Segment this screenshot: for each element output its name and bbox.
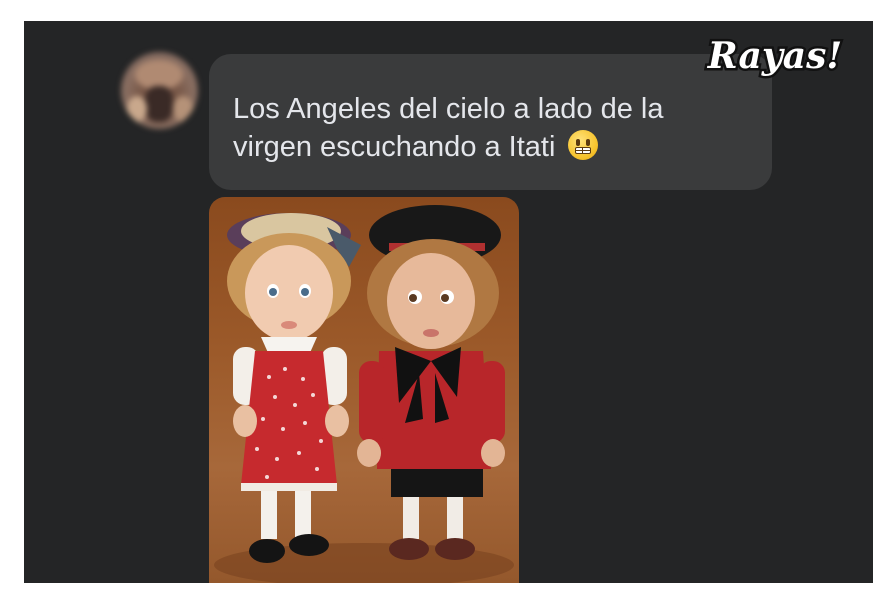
sender-avatar[interactable]: [121, 52, 198, 129]
logo-text: Rayas!: [707, 35, 842, 77]
rayas-logo: Rayas!: [704, 33, 844, 80]
message-bubble[interactable]: Los Angeles del cielo a lado de la virge…: [209, 54, 772, 190]
grimacing-face-emoji-icon: [567, 130, 598, 160]
message-text: Los Angeles del cielo a lado de la virge…: [233, 93, 664, 163]
chat-panel: Los Angeles del cielo a lado de la virge…: [24, 21, 873, 583]
message-photo[interactable]: [209, 197, 519, 583]
dolls-photo-illustration: [214, 205, 514, 583]
